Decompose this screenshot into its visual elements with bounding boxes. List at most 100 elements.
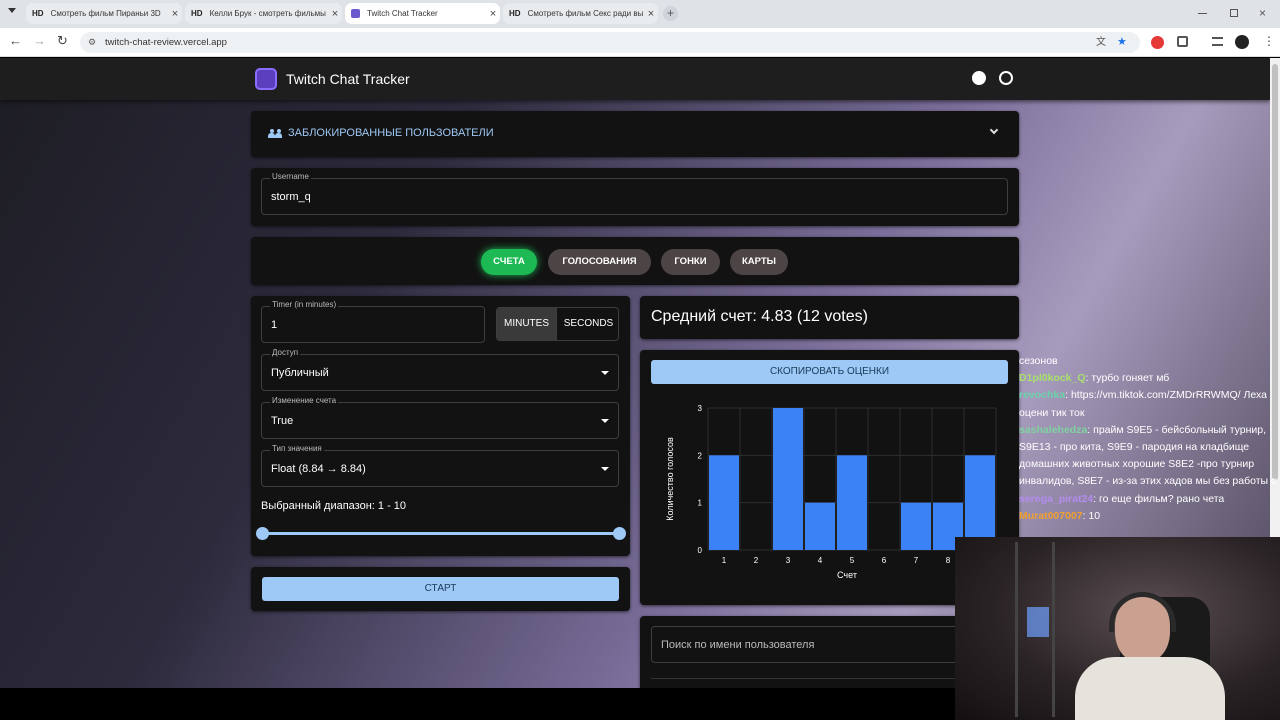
tab-close-icon[interactable]: × xyxy=(168,8,182,20)
seconds-toggle-button[interactable]: SECONDS xyxy=(556,308,618,340)
url-text: twitch-chat-review.vercel.app xyxy=(105,37,227,48)
chat-message: revochka: https://vm.tiktok.com/ZMDrRRWM… xyxy=(1019,387,1267,404)
browser-address-bar: ← → ↻ ⚙ twitch-chat-review.vercel.app 文 … xyxy=(0,28,1280,57)
range-slider-max-handle[interactable] xyxy=(613,527,626,540)
value-type-value: Float (8.84 → 8.84) xyxy=(271,463,366,475)
profile-avatar[interactable] xyxy=(1235,35,1249,49)
search-placeholder: Поиск по имени пользователя xyxy=(661,639,815,651)
dropdown-arrow-icon xyxy=(601,371,609,375)
new-tab-icon[interactable]: + xyxy=(663,6,678,21)
chat-text: : турбо гоняет мб xyxy=(1085,372,1170,385)
app-header: Twitch Chat Tracker xyxy=(0,58,1270,100)
tab-list-dropdown-icon[interactable] xyxy=(8,8,16,13)
chat-username: D1pl0kock_Q xyxy=(1019,372,1086,385)
access-value: Публичный xyxy=(271,367,329,379)
chat-username: Murat007007 xyxy=(1019,509,1083,522)
reading-list-icon[interactable] xyxy=(1212,37,1223,46)
tab-title: Келли Брук - смотреть фильмы xyxy=(209,9,326,18)
blocked-users-accordion[interactable]: ЗАБЛОКИРОВАННЫЕ ПОЛЬЗОВАТЕЛИ xyxy=(251,111,1019,157)
back-icon[interactable]: ← xyxy=(9,33,22,48)
start-button[interactable]: СТАРТ xyxy=(262,577,619,601)
chat-message: оцени тик ток xyxy=(1019,405,1084,422)
tab-races[interactable]: ГОНКИ xyxy=(661,249,720,275)
x-tick-label: 8 xyxy=(946,556,951,565)
chat-username: revochka xyxy=(1019,389,1066,402)
tab-favicon-hd: HD xyxy=(509,9,521,18)
tab-title: Смотреть фильм Пираньи 3D xyxy=(50,9,161,18)
y-axis-label: Количество голосов xyxy=(665,437,675,521)
chat-text: : https://vm.tiktok.com/ZMDrRRWMQ/ Леха xyxy=(1065,389,1267,402)
minutes-toggle-button[interactable]: MINUTES xyxy=(497,308,556,340)
translate-icon[interactable]: 文 xyxy=(1096,32,1106,53)
browser-tab-4[interactable]: HD Смотреть фильм Секс ради вы × xyxy=(503,3,658,24)
blocked-users-label: ЗАБЛОКИРОВАННЫЕ ПОЛЬЗОВАТЕЛИ xyxy=(288,127,494,139)
reload-icon[interactable]: ↻ xyxy=(57,33,68,49)
username-field[interactable]: Username storm_q xyxy=(261,172,1008,215)
scrollbar-thumb[interactable] xyxy=(1272,64,1278,480)
url-input[interactable]: ⚙ twitch-chat-review.vercel.app 文 ★ xyxy=(80,32,1140,53)
users-group-icon xyxy=(268,129,282,138)
streamer-webcam xyxy=(955,537,1280,720)
minimize-icon[interactable] xyxy=(1198,13,1207,14)
chat-text: : 10 xyxy=(1082,509,1101,522)
y-tick-label: 3 xyxy=(698,404,703,413)
chat-text: : прайм S9E5 - бейсбольный турнир, xyxy=(1087,423,1267,436)
tab-close-icon[interactable]: × xyxy=(644,8,658,20)
forward-icon[interactable]: → xyxy=(33,33,46,48)
adblock-extension-icon[interactable] xyxy=(1151,36,1164,49)
chat-message: S9E13 - про кита, S9E9 - пародия на клад… xyxy=(1019,439,1249,456)
chat-username: sashalehedza xyxy=(1019,423,1088,436)
tab-scores[interactable]: СЧЕТА xyxy=(481,249,537,275)
chart-bar xyxy=(805,502,835,550)
browser-tab-bar: HD Смотреть фильм Пираньи 3D × HD Келли … xyxy=(0,0,1280,28)
tab-votes[interactable]: ГОЛОСОВАНИЯ xyxy=(548,249,651,275)
chat-message: sashalehedza: прайм S9E5 - бейсбольный т… xyxy=(1019,422,1266,439)
theme-toggle-icon[interactable] xyxy=(972,71,986,85)
twitch-logo-icon xyxy=(255,68,277,90)
screen-bottom-edge xyxy=(0,688,955,720)
browser-tab-2[interactable]: HD Келли Брук - смотреть фильмы × xyxy=(185,3,342,24)
tab-close-icon[interactable]: × xyxy=(328,8,342,20)
copy-scores-button[interactable]: СКОПИРОВАТЬ ОЦЕНКИ xyxy=(651,360,1008,384)
access-select[interactable]: Доступ Публичный xyxy=(261,348,619,391)
chat-message: инвалидов, S8E7 - из-за этих хадов мы бе… xyxy=(1019,473,1276,490)
tab-close-icon[interactable]: × xyxy=(486,8,500,20)
webcam-person-body xyxy=(1075,657,1225,720)
browser-tab-3[interactable]: Twitch Chat Tracker × xyxy=(345,3,500,24)
browser-menu-icon[interactable]: ⋮ xyxy=(1263,34,1275,48)
x-tick-label: 3 xyxy=(786,556,791,565)
webcam-monitor xyxy=(1027,607,1049,637)
extensions-icon[interactable] xyxy=(1177,36,1188,47)
tab-favicon-hd: HD xyxy=(191,9,203,18)
chat-text: S9E13 - про кита, S9E9 - пародия на клад… xyxy=(1019,441,1250,453)
chat-text: домашних животных хорошие S8E2 -про турн… xyxy=(1019,458,1255,471)
range-slider[interactable] xyxy=(256,527,626,540)
range-slider-min-handle[interactable] xyxy=(256,527,269,540)
average-panel: Средний счет: 4.83 (12 votes) xyxy=(640,296,1019,339)
x-tick-label: 7 xyxy=(914,556,919,565)
x-tick-label: 5 xyxy=(850,556,855,565)
x-tick-label: 4 xyxy=(818,556,823,565)
tab-title: Смотреть фильм Секс ради вы xyxy=(527,9,644,18)
chart-bar xyxy=(837,455,867,550)
score-change-label: Изменение счета xyxy=(270,396,339,405)
chat-text: : го еще фильм? рано чета xyxy=(1093,492,1225,505)
timer-field[interactable]: Timer (in minutes) 1 xyxy=(261,300,485,343)
browser-tab-1[interactable]: HD Смотреть фильм Пираньи 3D × xyxy=(26,3,182,24)
chat-message: домашних животных хорошие S8E2 -про турн… xyxy=(1019,456,1254,473)
value-type-select[interactable]: Тип значения Float (8.84 → 8.84) xyxy=(261,444,619,487)
bookmark-star-icon[interactable]: ★ xyxy=(1117,32,1127,53)
chevron-down-icon[interactable] xyxy=(989,125,999,135)
x-axis-label: Счет xyxy=(837,570,857,580)
start-panel: СТАРТ xyxy=(251,567,630,611)
chat-message: D1pl0kock_Q: турбо гоняет мб xyxy=(1019,370,1169,387)
score-change-select[interactable]: Изменение счета True xyxy=(261,396,619,439)
site-settings-icon[interactable]: ⚙ xyxy=(88,32,96,53)
dropdown-arrow-icon xyxy=(601,419,609,423)
close-window-icon[interactable]: × xyxy=(1259,6,1266,20)
language-globe-icon[interactable] xyxy=(999,71,1013,85)
maximize-icon[interactable] xyxy=(1230,9,1238,17)
x-tick-label: 2 xyxy=(754,556,759,565)
chat-username: serega_pirat24 xyxy=(1019,492,1094,505)
tab-cards[interactable]: КАРТЫ xyxy=(730,249,788,275)
